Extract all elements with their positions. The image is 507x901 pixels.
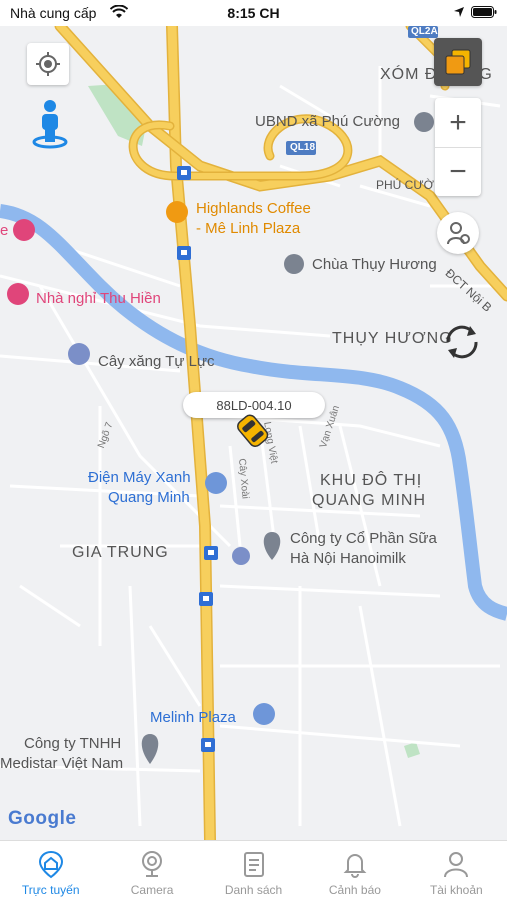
driver-icon	[447, 222, 470, 245]
road-shield-label: QL18	[290, 142, 316, 153]
tab-camera[interactable]: Camera	[101, 841, 202, 901]
map-label: Công ty TNHH	[24, 735, 122, 752]
camera-icon	[142, 851, 163, 877]
tab-label: Danh sách	[224, 883, 283, 897]
tab-label: Trực tuyến	[21, 883, 80, 897]
map-layers-button[interactable]	[434, 38, 482, 86]
map-label: Hà Nội Hanoimilk	[290, 550, 406, 567]
map-label: QUANG MINH	[312, 492, 426, 509]
google-logo: Google	[8, 808, 76, 830]
driver-button[interactable]	[437, 212, 479, 254]
map-label: Medistar Việt Nam	[0, 755, 124, 772]
tab-danh-sach[interactable]: Danh sách	[203, 841, 304, 901]
taxi-marker-icon[interactable]	[232, 410, 272, 455]
tab-label: Cảnh báo	[328, 883, 381, 897]
crosshair-icon	[36, 52, 60, 76]
my-location-button[interactable]	[27, 43, 69, 85]
refresh-icon[interactable]	[440, 320, 484, 369]
location-arrow-icon	[453, 5, 465, 21]
map-label: Công ty Cổ Phần Sữa	[290, 530, 437, 547]
tab-canh-bao[interactable]: Cảnh báo	[304, 841, 405, 901]
tab-label: Camera	[130, 883, 174, 897]
person-icon	[444, 852, 469, 878]
layers-icon	[445, 49, 471, 75]
road-shield-label: QL2A	[411, 26, 438, 37]
tab-truc-tuyen[interactable]: Trực tuyến	[0, 841, 101, 901]
bottom-tab-bar: Trực tuyến Camera Danh sách Cảnh báo Tài…	[0, 840, 507, 901]
zoom-control: + −	[435, 98, 481, 196]
map-label: Highlands Coffee	[196, 200, 311, 217]
map-label: Melinh Plaza	[150, 709, 236, 726]
map-label: Chùa Thụy Hương	[312, 256, 437, 273]
street-view-person-icon[interactable]	[30, 98, 70, 155]
tab-label: Tài khoản	[429, 883, 483, 897]
zoom-in-button[interactable]: +	[435, 99, 481, 148]
clock: 8:15 CH	[227, 5, 280, 21]
map-label: THỤY HƯƠNG	[332, 330, 453, 347]
map-label: Nhà nghỉ Thu Hiền	[36, 290, 161, 307]
map-label: Điện Máy Xanh	[88, 469, 191, 486]
map-label: e	[0, 222, 9, 239]
map-label: Cây xăng Tự Lực	[98, 353, 215, 370]
map-label: UBND xã Phú Cường	[255, 113, 400, 130]
list-icon	[243, 852, 264, 877]
status-bar: Nhà cung cấp 8:15 CH	[0, 0, 507, 26]
map-label: PHÚ CƯỜ	[376, 178, 434, 192]
map-pin-home-icon	[38, 850, 63, 879]
map-label: Quang Minh	[108, 489, 190, 506]
tab-tai-khoan[interactable]: Tài khoản	[406, 841, 507, 901]
bell-icon	[343, 854, 367, 878]
map-view[interactable]: XÓM ĐƯỜNG UBND xã Phú Cường QL18 QL2A PH…	[0, 26, 507, 840]
battery-icon	[471, 5, 497, 21]
map-label: GIA TRUNG	[72, 544, 169, 561]
zoom-out-button[interactable]: −	[435, 148, 481, 196]
map-label: KHU ĐÔ THỊ	[320, 472, 423, 489]
google-logo-text: Google	[8, 808, 77, 829]
map-label: - Mê Linh Plaza	[196, 220, 301, 237]
